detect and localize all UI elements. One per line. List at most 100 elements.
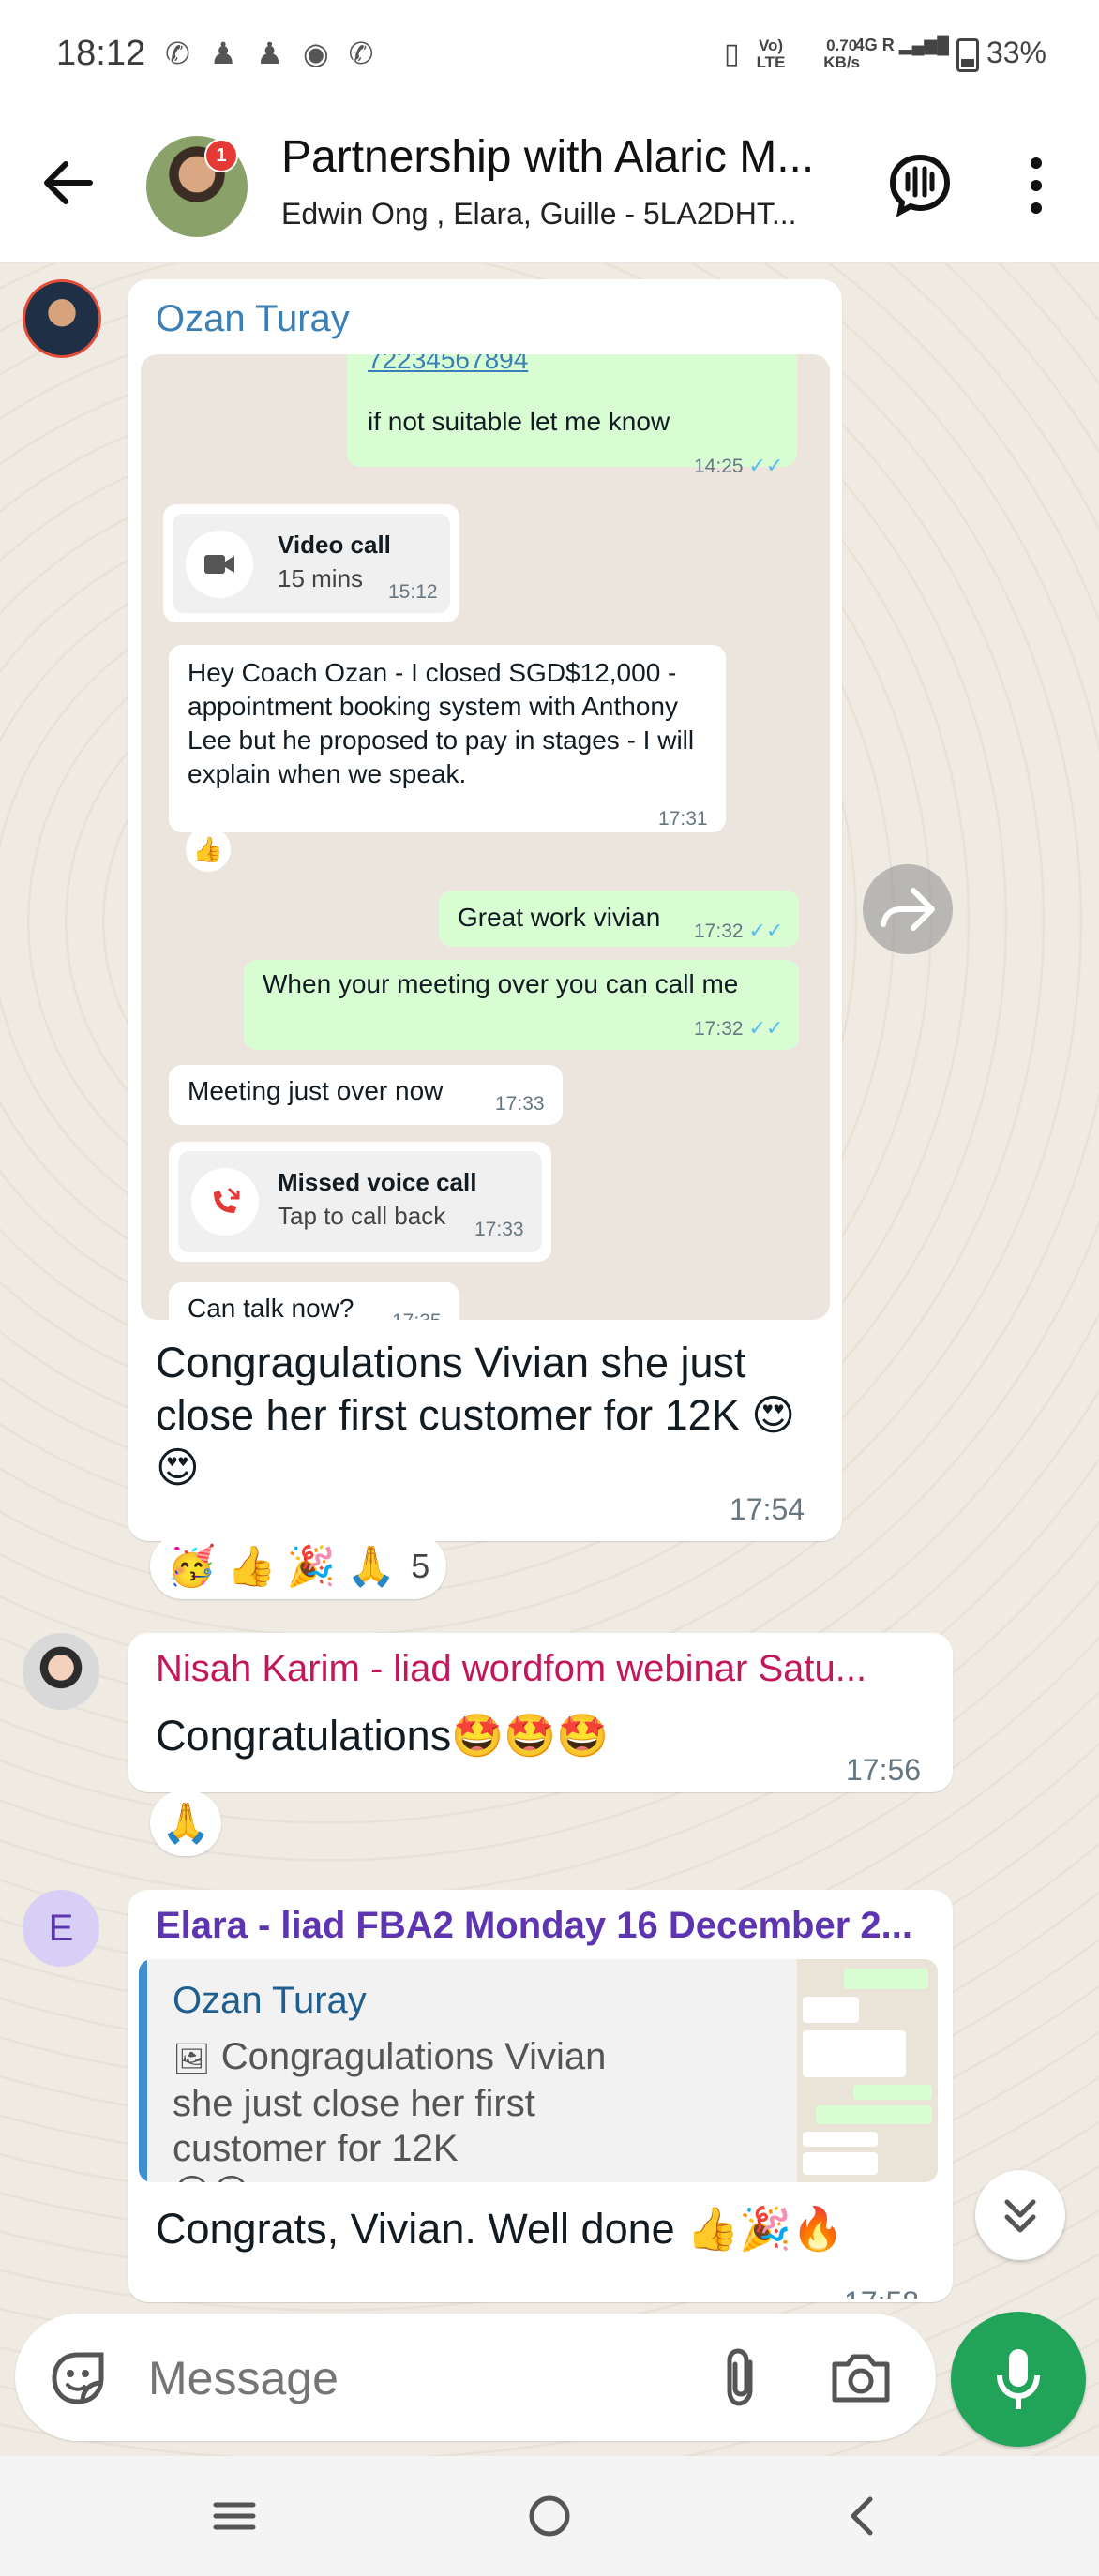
camera-icon: [832, 2354, 890, 2403]
reaction-count: 5: [411, 1547, 430, 1585]
message-text: Congrats, Vivian. Well done 👍🎉🔥: [156, 2205, 845, 2253]
missed-call-subtitle: Tap to call back: [278, 1202, 446, 1230]
thumb-line: [803, 1997, 859, 2023]
screenshot-time: 17:32 ✓✓: [694, 1016, 783, 1041]
paperclip-icon: [727, 2348, 753, 2406]
quote-accent-bar: [139, 1959, 147, 2182]
speed-value: 0.70: [826, 37, 858, 54]
sender-name[interactable]: Elara - liad FBA2 Monday 16 December 2..…: [156, 1905, 925, 1947]
reaction-emojis: 🙏: [161, 1800, 211, 1845]
system-back-button[interactable]: [835, 2488, 891, 2544]
screenshot-time: 17:33: [495, 1093, 545, 1115]
message-time: 17:56: [846, 1753, 922, 1787]
quoted-message[interactable]: Ozan Turay 🖼 Congragulations Vivian she …: [139, 1959, 938, 2182]
quote-emoji: 😍😍: [173, 2173, 250, 2182]
missed-call-title: Missed voice call: [278, 1168, 477, 1196]
image-attachment[interactable]: 72234567894 if not suitable let me know …: [141, 354, 830, 1320]
missed-call-glyph: [214, 1187, 240, 1213]
reactions-bar[interactable]: 🙏: [150, 1790, 222, 1856]
video-camera-icon: [186, 531, 253, 598]
chevron-left-icon: [851, 2496, 873, 2536]
read-ticks-icon: ✓✓: [748, 454, 784, 477]
thumb-line: [853, 2085, 932, 2100]
quote-text: Congragulations Vivian she just close he…: [173, 2036, 607, 2169]
sender-avatar-elara[interactable]: E: [23, 1890, 99, 1967]
message-composer: [15, 2314, 936, 2441]
camera-button[interactable]: [827, 2345, 895, 2411]
screenshot-text: Meeting just over now: [188, 1076, 444, 1105]
screenshot-text: Can talk now?: [188, 1294, 354, 1320]
sender-avatar-nisah[interactable]: [23, 1633, 99, 1710]
sticker-button[interactable]: [45, 2345, 111, 2411]
reaction-emojis: 🥳 👍 🎉 🙏: [167, 1543, 397, 1588]
read-ticks-icon: ✓✓: [748, 919, 784, 942]
quote-sender: Ozan Turay: [173, 1980, 367, 2021]
video-call-title: Video call: [278, 531, 391, 559]
sender-avatar-ozan[interactable]: [23, 279, 101, 358]
double-chevron-down-icon: [1004, 2199, 1036, 2233]
battery-icon: [956, 37, 979, 72]
overflow-menu-button[interactable]: [1013, 150, 1060, 221]
microphone-icon: [997, 2349, 1040, 2409]
home-button[interactable]: [521, 2488, 578, 2544]
quote-thumbnail: [797, 1959, 938, 2182]
screenshot-long-text: Hey Coach Ozan - I closed SGD$12,000 - a…: [188, 658, 695, 788]
signal-icon: 4G R ▂▄▆█: [854, 36, 949, 54]
battery-indicator: 33%: [956, 36, 1046, 72]
quote-body: 🖼 Congragulations Vivian she just close …: [173, 2034, 641, 2182]
missed-call-time: 17:33: [474, 1219, 524, 1240]
voice-message-button[interactable]: [951, 2312, 1086, 2447]
video-call-time: 15:12: [388, 581, 438, 603]
notification-icons: ✆ ♟ ♟ ◉ ✆: [165, 37, 380, 70]
thumb-line: [816, 2105, 932, 2124]
screenshot-time: 17:32 ✓✓: [694, 919, 783, 943]
screenshot-time: 17:35: [392, 1310, 442, 1320]
message-time-clipped: 17:58: [844, 2285, 938, 2299]
screenshot-text: if not suitable let me know: [368, 407, 670, 436]
recents-icon: [213, 2502, 256, 2530]
read-ticks-icon: ✓✓: [748, 1016, 784, 1040]
screenshot-reaction: 👍: [186, 827, 231, 872]
scroll-to-bottom-button[interactable]: [975, 2170, 1065, 2260]
thumb-line: [844, 1969, 928, 1989]
message-time: 17:54: [730, 1492, 805, 1526]
forward-button[interactable]: [863, 864, 953, 954]
message-input[interactable]: [146, 2336, 675, 2420]
chat-subtitle[interactable]: Edwin Ong , Elara, Guille - 5LA2DHT...: [281, 197, 863, 232]
unread-badge: 1: [204, 139, 238, 172]
screenshot-time: 14:25 ✓✓: [694, 454, 783, 478]
volte-indicator: Vo) LTE: [756, 37, 786, 71]
system-nav-bar: [0, 2456, 1099, 2576]
battery-percent: 33%: [986, 36, 1046, 69]
missed-call-icon: [191, 1168, 259, 1236]
vibrate-icon: ▯: [724, 38, 740, 69]
thumb-line: [803, 2132, 878, 2147]
screenshot-text: Great work vivian: [458, 903, 661, 932]
group-call-button[interactable]: [887, 152, 953, 217]
sticker-icon: [52, 2352, 104, 2404]
attach-button[interactable]: [709, 2345, 775, 2411]
reactions-bar[interactable]: 🥳 👍 🎉 🙏 5: [150, 1534, 447, 1599]
message-text: Congratulations🤩🤩🤩: [156, 1712, 610, 1760]
sender-name[interactable]: Nisah Karim - liad wordfom webinar Satu.…: [156, 1648, 925, 1690]
screenshot-link: 72234567894: [368, 354, 529, 374]
message-time: 17:58: [844, 2285, 919, 2299]
forward-icon: [881, 888, 935, 931]
recent-apps-button[interactable]: [206, 2488, 263, 2544]
video-call-duration: 15 mins: [278, 564, 364, 592]
screenshot-time-value: 14:25: [694, 456, 744, 477]
image-icon: 🖼: [173, 2042, 211, 2075]
home-icon: [529, 2495, 570, 2537]
chat-title[interactable]: Partnership with Alaric M...: [281, 131, 863, 183]
sender-name[interactable]: Ozan Turay: [156, 298, 350, 340]
speed-unit: KB/s: [823, 53, 860, 71]
video-glyph: [204, 555, 234, 574]
thumb-line: [803, 2152, 878, 2175]
signal-label: 4G R: [854, 36, 895, 54]
back-button[interactable]: [36, 150, 101, 216]
call-link-icon: [889, 154, 951, 217]
screenshot-time-value: 17:32: [694, 921, 744, 942]
status-time: 18:12: [56, 34, 146, 73]
more-vertical-icon: [1031, 157, 1042, 214]
status-bar: 18:12 ✆ ♟ ♟ ◉ ✆ ▯ Vo) LTE 0.70 KB/s 4G R…: [0, 0, 1099, 111]
